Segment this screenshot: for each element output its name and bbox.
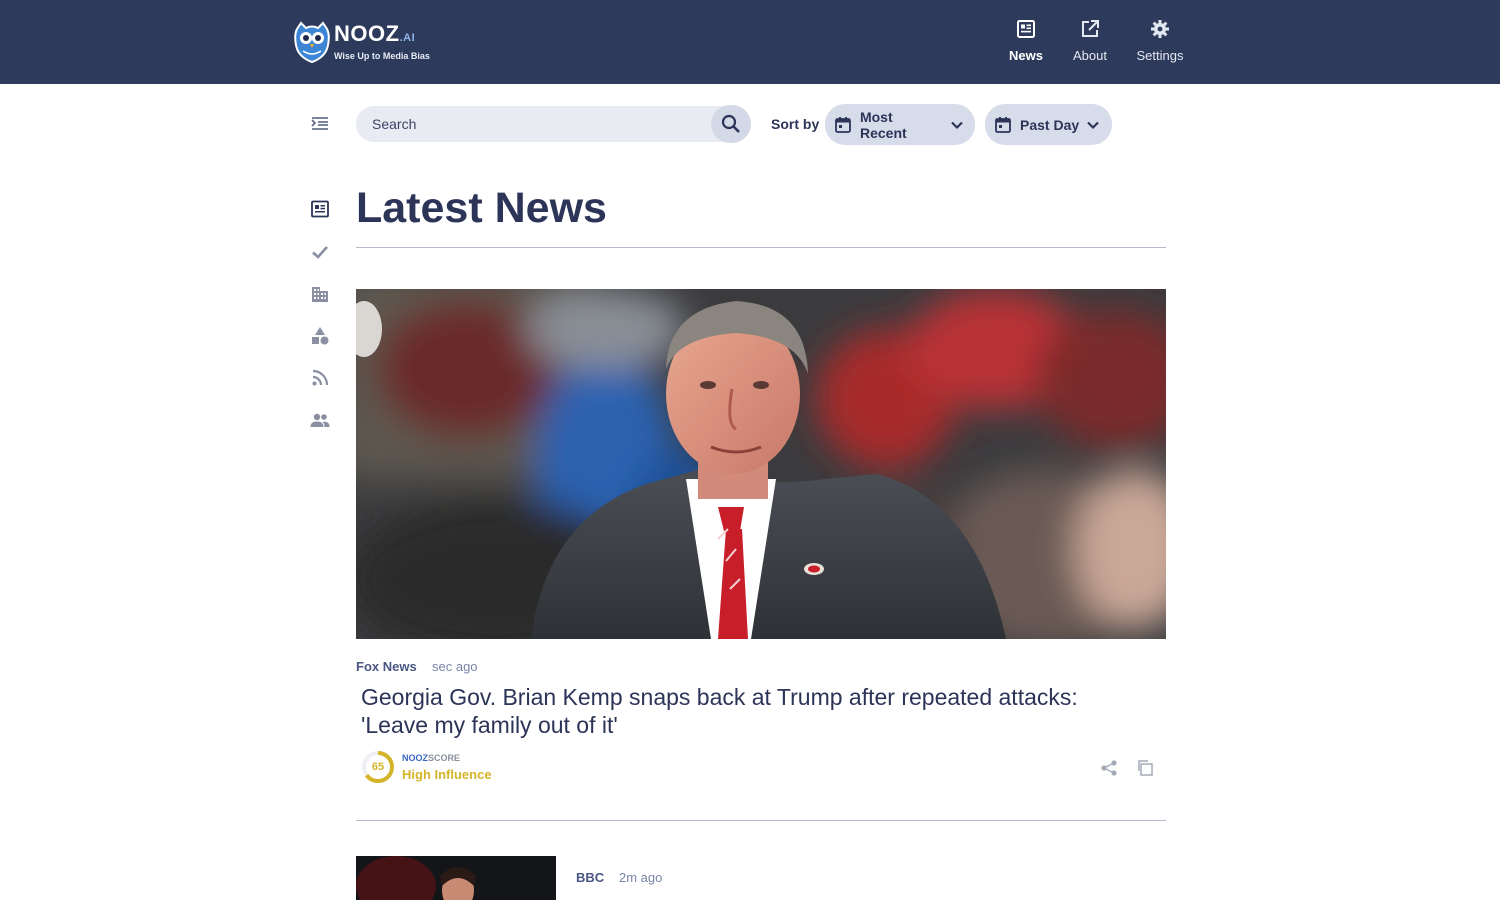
score-brand-nooz: NOOZ [402,753,428,763]
nav-news-label: News [1009,48,1043,63]
nooz-logo[interactable]: NOOZ.AI Wise Up to Media Bias [293,20,443,64]
article-hero-image[interactable] [356,289,1166,639]
search-icon [721,114,740,133]
nav-settings[interactable]: Settings [1136,18,1184,63]
brand-tagline: Wise Up to Media Bias [334,51,430,61]
article-thumbnail[interactable] [356,856,556,900]
menu-indent-icon[interactable] [309,113,331,135]
chevron-down-icon [1087,121,1099,129]
nav-about-label: About [1073,48,1107,63]
date-range-dropdown[interactable]: Past Day [985,104,1112,145]
external-link-icon [1082,20,1099,37]
sidebar-item-rss[interactable] [309,367,331,389]
article-headline[interactable]: Georgia Gov. Brian Kemp snaps back at Tr… [361,683,1151,739]
page-title: Latest News [356,184,607,232]
calendar-icon [835,116,851,133]
article-source[interactable]: Fox News [356,659,417,674]
article-time: 2m ago [619,870,663,885]
article-divider [356,820,1166,821]
gear-icon [1151,20,1169,38]
top-bar: NOOZ.AI Wise Up to Media Bias News About… [0,0,1500,84]
brand-suffix: .AI [399,32,416,44]
sort-dropdown[interactable]: Most Recent [825,104,975,145]
sidebar-item-checkmark[interactable] [309,241,331,263]
search-input[interactable] [356,106,711,142]
date-range-value: Past Day [1020,116,1080,133]
newspaper-icon [1017,20,1035,38]
sort-value: Most Recent [859,108,907,141]
share-icon[interactable] [1100,759,1118,777]
sidebar-item-people[interactable] [309,409,331,431]
nav-news[interactable]: News [1008,18,1044,63]
search-bar [356,105,751,143]
nooz-score-brand: NOOZSCORE [402,753,460,763]
nav-settings-label: Settings [1136,48,1184,63]
score-brand-score: SCORE [428,753,461,763]
article-time: sec ago [432,659,478,674]
title-divider [356,247,1166,248]
brand-name: NOOZ [334,21,400,46]
nooz-score-value: 65 [371,761,385,773]
owl-logo-icon [294,21,330,63]
search-button[interactable] [711,105,751,143]
article-source[interactable]: BBC [576,870,604,885]
nav-about[interactable]: About [1071,18,1109,63]
chevron-down-icon [951,121,963,129]
sort-label: Sort by [771,116,820,132]
article-thumbnail-photo [356,856,556,900]
article-photo [356,289,1166,639]
sidebar-item-building[interactable] [309,283,331,305]
sidebar-item-shapes[interactable] [309,325,331,347]
sidebar-item-news[interactable] [309,198,331,220]
compare-icon[interactable] [1136,759,1154,777]
calendar-icon [995,116,1011,133]
nooz-score-label: High Influence [402,767,492,782]
